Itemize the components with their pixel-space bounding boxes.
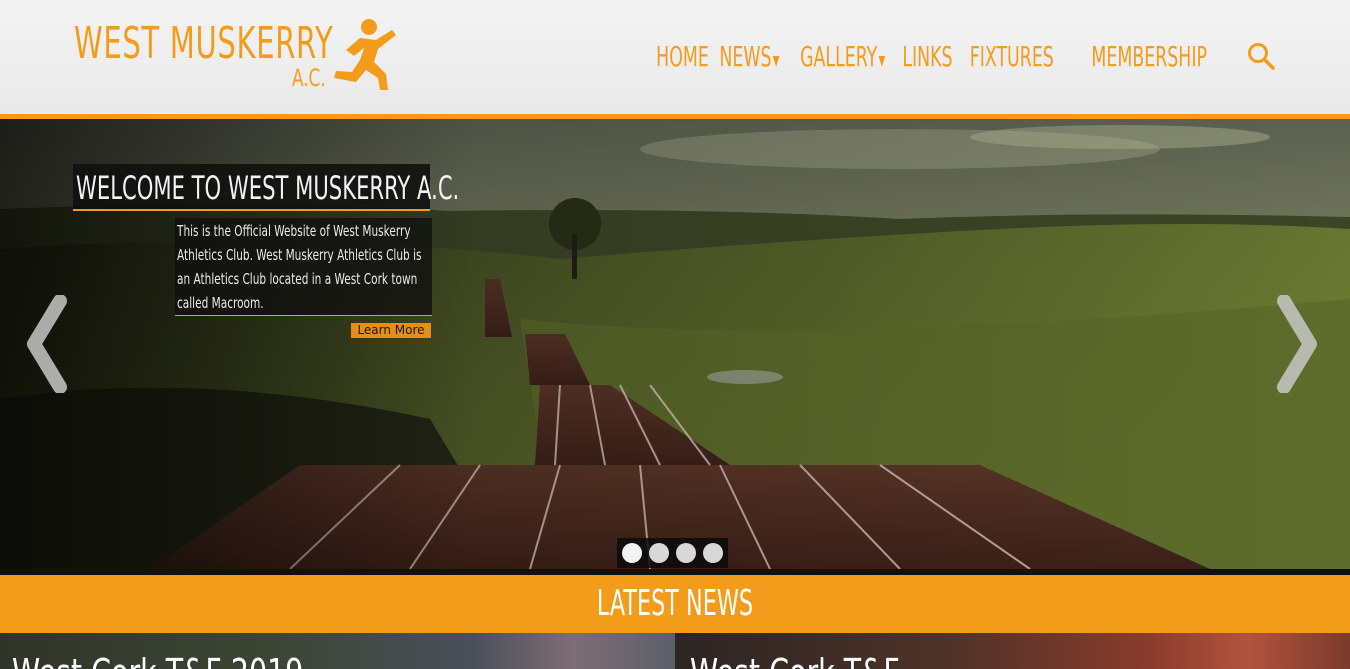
hero-title-box: WELCOME TO WEST MUSKERRY A.C. — [73, 164, 459, 211]
slide-dot[interactable] — [675, 543, 696, 563]
slide-dot[interactable] — [649, 543, 670, 563]
nav-membership[interactable]: MEMBERSHIP — [1091, 40, 1207, 73]
news-card-title: West Cork T&F 2019 — [12, 651, 303, 669]
news-card-title: West Cork T&F — [690, 651, 900, 669]
site-logo[interactable]: WEST MUSKERRY A.C. — [72, 14, 402, 94]
news-strip: West Cork T&F 2019 West Cork T&F — [0, 633, 1350, 669]
nav-label: LINKS — [902, 39, 953, 73]
slide-dot[interactable] — [622, 543, 643, 563]
learn-more-button[interactable]: Learn More — [351, 323, 431, 338]
logo-name: WEST MUSKERRY — [74, 18, 334, 69]
nav-label: NEWS — [719, 39, 772, 73]
nav-label: MEMBERSHIP — [1091, 39, 1207, 73]
search-icon[interactable] — [1246, 41, 1276, 71]
nav-news[interactable]: NEWS ▼ — [719, 40, 779, 73]
hero-description-box: This is the Official Website of West Mus… — [175, 218, 432, 316]
latest-news-banner: LATEST NEWS — [0, 575, 1350, 633]
logo-subtitle: A.C. — [292, 64, 326, 92]
caret-down-icon: ▼ — [878, 52, 886, 69]
hero-title: WELCOME TO WEST MUSKERRY A.C. — [76, 169, 460, 207]
nav-gallery[interactable]: GALLERY ▼ — [800, 40, 885, 73]
nav-label: HOME — [656, 39, 709, 73]
slide-dot[interactable] — [702, 543, 723, 563]
news-card[interactable]: West Cork T&F 2019 — [0, 633, 675, 669]
main-nav: HOME NEWS ▼ GALLERY ▼ LINKS FIXTURES MEM… — [652, 36, 1276, 76]
news-card[interactable]: West Cork T&F — [675, 633, 1350, 669]
nav-links[interactable]: LINKS — [903, 40, 953, 73]
site-header: WEST MUSKERRY A.C. HOME NEWS ▼ GALLERY ▼… — [0, 0, 1350, 114]
nav-label: GALLERY — [799, 39, 878, 73]
chevron-right-icon[interactable] — [1276, 295, 1320, 393]
slider-pagination — [617, 538, 728, 568]
nav-fixtures[interactable]: FIXTURES — [970, 40, 1054, 73]
hero-slider: WELCOME TO WEST MUSKERRY A.C. This is th… — [0, 119, 1350, 569]
latest-news-heading: LATEST NEWS — [596, 583, 754, 624]
runner-icon — [334, 19, 396, 90]
nav-label: FIXTURES — [969, 39, 1054, 73]
hero-description: This is the Official Website of West Mus… — [177, 222, 422, 312]
nav-home[interactable]: HOME — [656, 40, 709, 73]
caret-down-icon: ▼ — [772, 52, 780, 69]
chevron-left-icon[interactable] — [24, 295, 68, 393]
